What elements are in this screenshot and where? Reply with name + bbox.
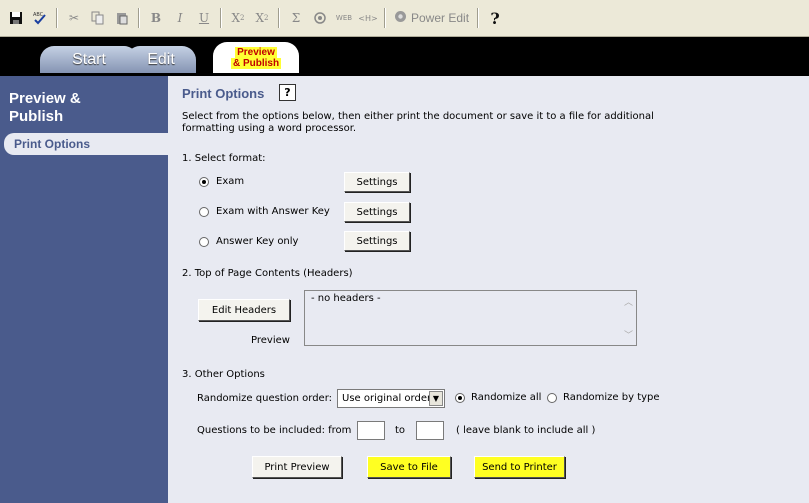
settings-answer-key-only-button[interactable]: Settings [344, 231, 410, 251]
radio-randomize-by-type-label: Randomize by type [563, 392, 660, 403]
main-pane: Print Options ? Select from the options … [168, 76, 809, 503]
sidebar-item-print-options[interactable]: Print Options [4, 133, 168, 155]
sidebar-title-line1: Preview & [9, 90, 81, 107]
tab-bar: Start Edit Preview & Publish [0, 37, 809, 73]
save-to-file-button[interactable]: Save to File [367, 456, 451, 478]
subscript-icon[interactable]: X2 [227, 7, 249, 29]
toolbar-separator [138, 8, 140, 28]
web-icon[interactable]: WEB [333, 7, 355, 29]
tab-start[interactable]: Start [40, 46, 138, 73]
scrollbar[interactable]: ︿ ﹀ [620, 291, 636, 345]
toolbar-separator [477, 8, 480, 28]
section-other-options: 3. Other Options [182, 369, 265, 380]
toolbar-separator [220, 8, 222, 28]
paste-icon[interactable] [111, 7, 133, 29]
save-icon[interactable] [5, 7, 27, 29]
italic-icon[interactable]: I [169, 7, 191, 29]
radio-randomize-by-type[interactable] [547, 393, 557, 403]
toolbar-separator [384, 8, 386, 28]
power-edit-icon [394, 10, 407, 26]
section-select-format: 1. Select format: [182, 153, 266, 164]
sigma-icon[interactable]: Σ [285, 7, 307, 29]
sidebar-title: Preview & Publish [9, 90, 81, 126]
radio-randomize-all[interactable] [455, 393, 465, 403]
radio-answer-key-only-label: Answer Key only [216, 236, 299, 247]
radio-exam[interactable] [199, 177, 209, 187]
question-order-value: Use original order [342, 393, 432, 404]
tab-publish-label: & Publish [230, 57, 282, 69]
blank-hint: ( leave blank to include all ) [456, 425, 596, 436]
settings-exam-answer-key-button[interactable]: Settings [344, 202, 410, 222]
scroll-up-icon[interactable]: ︿ [624, 295, 633, 308]
tab-preview-label: Preview [235, 46, 277, 58]
sidebar-title-line2: Publish [9, 108, 64, 125]
preview-label: Preview [251, 335, 290, 346]
radio-randomize-all-label: Randomize all [471, 392, 542, 403]
edit-headers-button[interactable]: Edit Headers [198, 299, 290, 321]
html-icon[interactable]: <H> [357, 7, 379, 29]
equation-icon[interactable] [309, 7, 331, 29]
scroll-down-icon[interactable]: ﹀ [624, 328, 633, 341]
radio-answer-key-only[interactable] [199, 237, 209, 247]
help-question-icon[interactable]: ? [484, 7, 506, 29]
to-field[interactable] [416, 421, 444, 440]
headers-preview-text: - no headers - [311, 293, 381, 304]
print-preview-button[interactable]: Print Preview [252, 456, 342, 478]
chevron-down-icon[interactable]: ▼ [429, 391, 443, 406]
question-order-select[interactable]: Use original order ▼ [337, 389, 445, 408]
sidebar: Preview & Publish Print Options [0, 76, 168, 503]
power-edit-label: Power Edit [411, 11, 470, 25]
questions-included-label: Questions to be included: from [197, 425, 352, 436]
radio-exam-answer-key[interactable] [199, 207, 209, 217]
cut-icon[interactable]: ✂ [63, 7, 85, 29]
description-text: Select from the options below, then eith… [182, 111, 654, 134]
radio-exam-answer-key-label: Exam with Answer Key [216, 206, 330, 217]
page-title: Print Options [182, 86, 265, 101]
bold-icon[interactable]: B [145, 7, 167, 29]
superscript-icon[interactable]: X2 [251, 7, 273, 29]
underline-icon[interactable]: U [193, 7, 215, 29]
from-field[interactable] [357, 421, 385, 440]
toolbar: ABC ✂ B I U X2 X2 Σ WEB <H> Power Edit ? [0, 0, 809, 37]
send-to-printer-button[interactable]: Send to Printer [474, 456, 565, 478]
settings-exam-button[interactable]: Settings [344, 172, 410, 192]
copy-icon[interactable] [87, 7, 109, 29]
help-icon[interactable]: ? [279, 84, 296, 101]
tab-edit[interactable]: Edit [126, 46, 196, 73]
power-edit-button[interactable]: Power Edit [390, 10, 473, 26]
spellcheck-icon[interactable]: ABC [29, 7, 51, 29]
toolbar-separator [278, 8, 280, 28]
radio-exam-label: Exam [216, 176, 245, 187]
tab-preview-publish[interactable]: Preview & Publish [213, 42, 299, 73]
to-label: to [395, 425, 406, 436]
headers-preview-box[interactable]: - no headers - ︿ ﹀ [304, 290, 637, 346]
randomize-label: Randomize question order: [197, 393, 332, 404]
toolbar-separator [56, 8, 58, 28]
section-headers: 2. Top of Page Contents (Headers) [182, 268, 353, 279]
